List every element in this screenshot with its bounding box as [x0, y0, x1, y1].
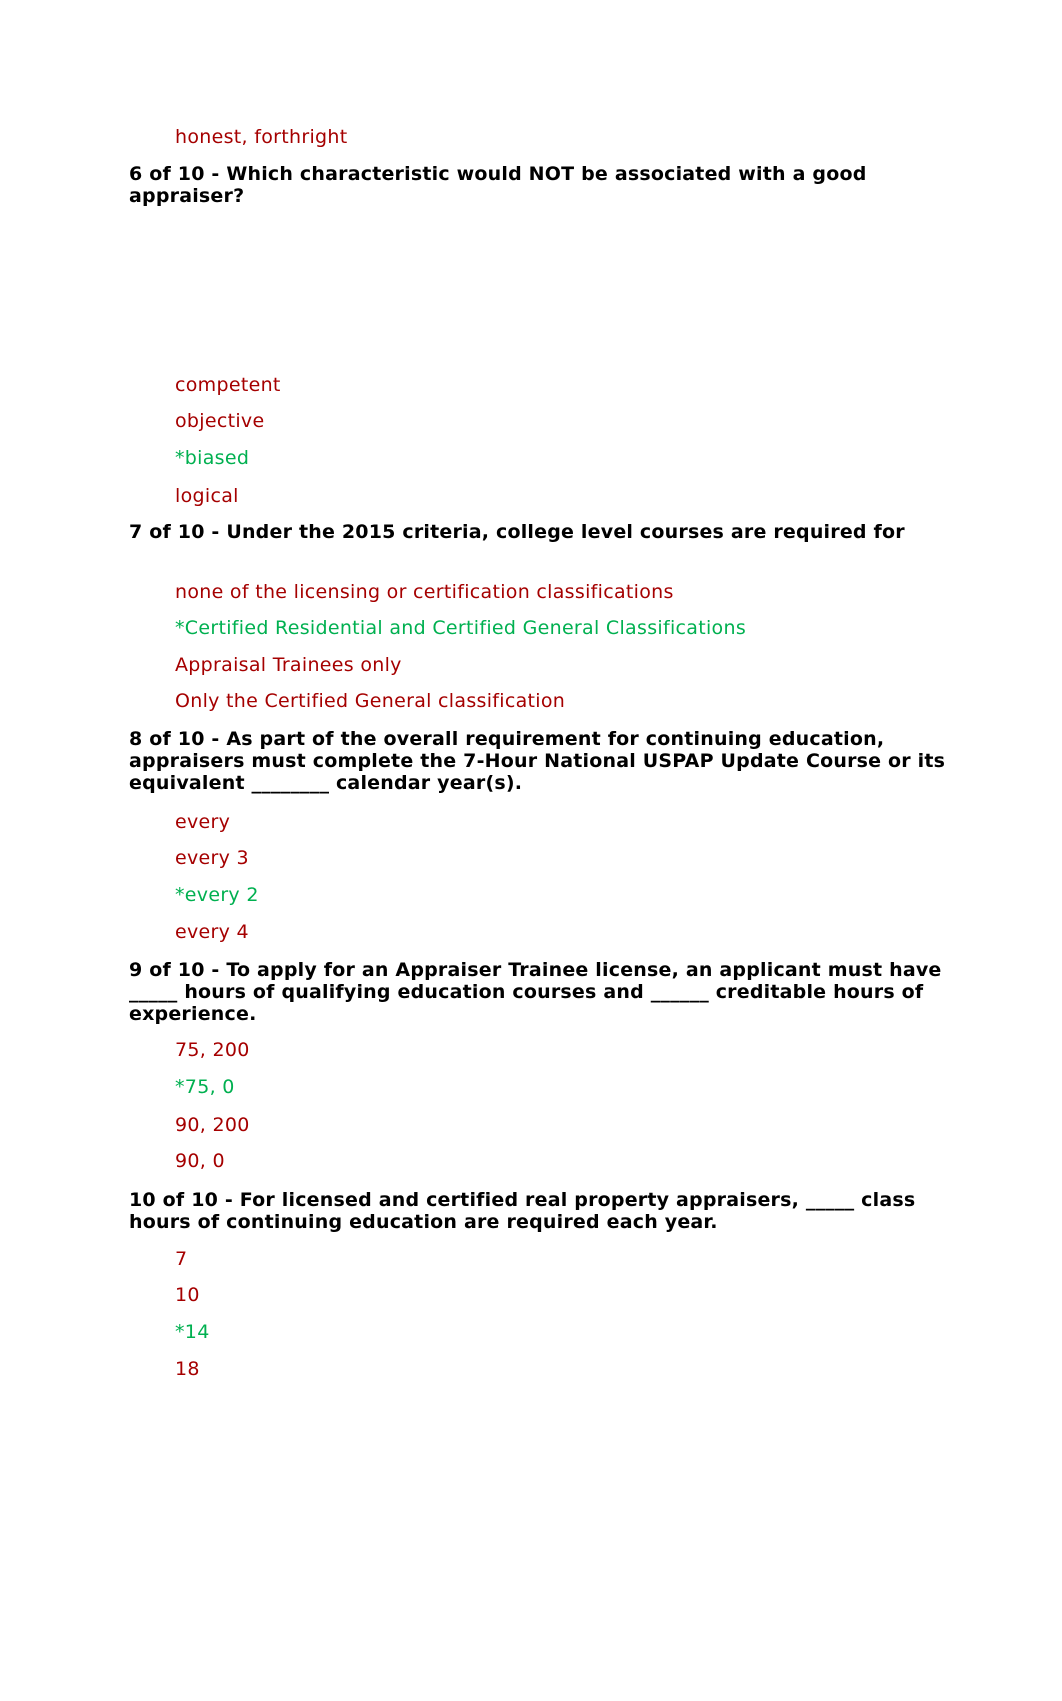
- answer-option: objective: [175, 410, 265, 432]
- answer-option: 18: [175, 1358, 200, 1380]
- answer-option: every 4: [175, 921, 249, 943]
- question-7: 7 of 10 - Under the 2015 criteria, colle…: [129, 521, 905, 543]
- correct-answer-option: *biased: [175, 447, 250, 469]
- correct-answer-option: *14: [175, 1321, 210, 1343]
- answer-option: 7: [175, 1248, 188, 1270]
- answer-option: logical: [175, 485, 239, 507]
- answer-option: Appraisal Trainees only: [175, 654, 402, 676]
- answer-option: 90, 200: [175, 1114, 250, 1136]
- answer-option: competent: [175, 374, 281, 396]
- answer-option: 75, 200: [175, 1039, 250, 1061]
- correct-answer-option: *Certified Residential and Certified Gen…: [175, 617, 747, 639]
- answer-option: none of the licensing or certification c…: [175, 581, 674, 603]
- answer-option: every: [175, 811, 231, 833]
- answer-option: 90, 0: [175, 1150, 225, 1172]
- correct-answer-option: *every 2: [175, 884, 259, 906]
- correct-answer-option: *75, 0: [175, 1076, 235, 1098]
- question-6: 6 of 10 - Which characteristic would NOT…: [129, 163, 867, 207]
- answer-option: 10: [175, 1284, 200, 1306]
- answer-option: Only the Certified General classificatio…: [175, 690, 566, 712]
- question-9: 9 of 10 - To apply for an Appraiser Trai…: [129, 959, 942, 1025]
- answer-option: every 3: [175, 847, 249, 869]
- answer-option: honest, forthright: [175, 126, 348, 148]
- question-10: 10 of 10 - For licensed and certified re…: [129, 1189, 916, 1233]
- question-8: 8 of 10 - As part of the overall require…: [129, 728, 946, 794]
